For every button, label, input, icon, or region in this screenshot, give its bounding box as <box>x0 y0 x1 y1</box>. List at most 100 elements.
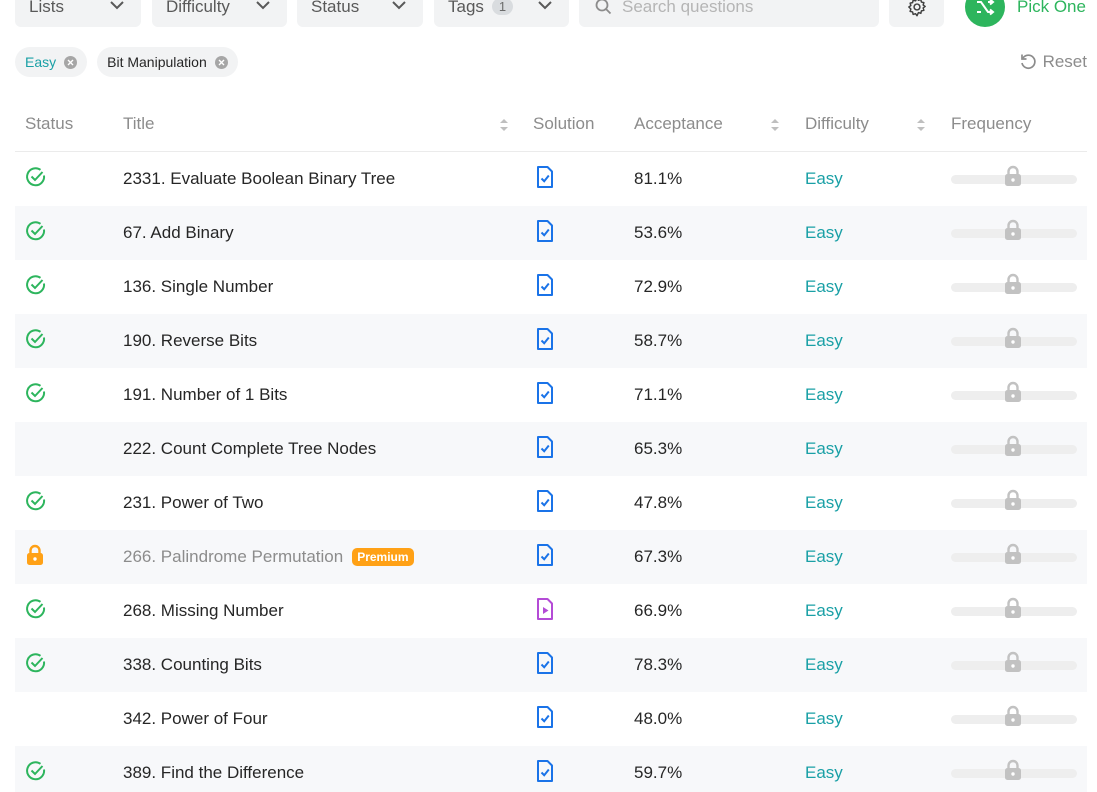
title-cell: 231. Power of Two <box>123 476 264 530</box>
video-solution-icon[interactable] <box>535 597 555 626</box>
lists-dropdown[interactable]: Lists <box>15 0 141 27</box>
problem-title-link[interactable]: 67. Add Binary <box>123 223 234 243</box>
title-cell: 136. Single Number <box>123 260 273 314</box>
problem-title-link[interactable]: 191. Number of 1 Bits <box>123 385 287 405</box>
difficulty-value: Easy <box>805 547 843 566</box>
frequency-cell <box>951 260 1077 314</box>
solution-cell <box>535 638 555 692</box>
solution-article-icon[interactable] <box>535 651 555 680</box>
header-frequency: Frequency <box>951 114 1032 133</box>
problem-title-link[interactable]: 268. Missing Number <box>123 601 284 621</box>
lock-icon <box>1003 651 1023 678</box>
lock-icon <box>1003 543 1023 570</box>
acceptance-value: 66.9% <box>634 601 683 620</box>
problem-title-link[interactable]: 190. Reverse Bits <box>123 331 257 351</box>
tags-dropdown[interactable]: Tags 1 <box>434 0 569 27</box>
acceptance-value: 81.1% <box>634 169 683 188</box>
table-row[interactable]: 342. Power of Four 48.0% Easy <box>15 692 1087 746</box>
header-difficulty[interactable]: Difficulty <box>805 114 869 134</box>
filter-chip-bit-manipulation[interactable]: Bit Manipulation <box>97 47 238 77</box>
table-row[interactable]: 231. Power of Two 47.8% Easy <box>15 476 1087 530</box>
sort-icon[interactable] <box>770 117 780 133</box>
solution-cell <box>535 152 555 206</box>
status-cell <box>25 206 47 260</box>
search-input[interactable] <box>622 0 862 17</box>
frequency-cell <box>951 476 1077 530</box>
problem-title-link[interactable]: 338. Counting Bits <box>123 655 262 675</box>
solution-article-icon[interactable] <box>535 435 555 464</box>
header-acceptance[interactable]: Acceptance <box>634 114 723 134</box>
filter-chip-label: Bit Manipulation <box>107 54 207 70</box>
title-cell: 389. Find the Difference <box>123 746 304 792</box>
table-row[interactable]: 338. Counting Bits 78.3% Easy <box>15 638 1087 692</box>
status-dropdown[interactable]: Status <box>297 0 423 27</box>
settings-button[interactable] <box>889 0 944 27</box>
solution-article-icon[interactable] <box>535 381 555 410</box>
solution-article-icon[interactable] <box>535 705 555 734</box>
solution-article-icon[interactable] <box>535 165 555 194</box>
table-row[interactable]: 222. Count Complete Tree Nodes 65.3% Easy <box>15 422 1087 476</box>
difficulty-value: Easy <box>805 277 843 296</box>
reset-button[interactable]: Reset <box>1019 52 1087 72</box>
lock-icon <box>1003 705 1023 732</box>
solution-article-icon[interactable] <box>535 219 555 248</box>
search-box[interactable] <box>579 0 879 27</box>
pick-one-button[interactable]: Pick One <box>965 0 1086 27</box>
title-cell: 266. Palindrome Permutation Premium <box>123 530 414 584</box>
title-cell: 2331. Evaluate Boolean Binary Tree <box>123 152 395 206</box>
problem-title-link[interactable]: 342. Power of Four <box>123 709 268 729</box>
remove-filter-icon[interactable] <box>214 55 228 69</box>
difficulty-value: Easy <box>805 385 843 404</box>
solution-article-icon[interactable] <box>535 489 555 518</box>
acceptance-value: 72.9% <box>634 277 683 296</box>
status-cell <box>25 584 47 638</box>
solved-check-icon <box>25 382 47 409</box>
frequency-cell <box>951 368 1077 422</box>
table-row[interactable]: 136. Single Number 72.9% Easy <box>15 260 1087 314</box>
table-row[interactable]: 190. Reverse Bits 58.7% Easy <box>15 314 1087 368</box>
problem-title-link[interactable]: 389. Find the Difference <box>123 763 304 783</box>
solution-article-icon[interactable] <box>535 327 555 356</box>
status-cell <box>25 746 47 792</box>
table-row[interactable]: 389. Find the Difference 59.7% Easy <box>15 746 1087 792</box>
solution-article-icon[interactable] <box>535 543 555 572</box>
table-row[interactable]: 67. Add Binary 53.6% Easy <box>15 206 1087 260</box>
table-row[interactable]: 2331. Evaluate Boolean Binary Tree 81.1% E… <box>15 152 1087 206</box>
solution-cell <box>535 584 555 638</box>
remove-filter-icon[interactable] <box>64 55 78 69</box>
active-filters: Easy Bit Manipulation <box>15 47 238 77</box>
solution-article-icon[interactable] <box>535 273 555 302</box>
problem-title-link[interactable]: 136. Single Number <box>123 277 273 297</box>
difficulty-value: Easy <box>805 655 843 674</box>
frequency-cell <box>951 746 1077 792</box>
solution-cell <box>535 476 555 530</box>
table-row[interactable]: 191. Number of 1 Bits 71.1% Easy <box>15 368 1087 422</box>
lock-icon <box>1003 435 1023 462</box>
solution-article-icon[interactable] <box>535 759 555 788</box>
filter-chip-easy[interactable]: Easy <box>15 47 88 77</box>
table-row[interactable]: 268. Missing Number 66.9% Easy <box>15 584 1087 638</box>
sort-icon[interactable] <box>499 117 509 133</box>
difficulty-value: Easy <box>805 493 843 512</box>
difficulty-dropdown[interactable]: Difficulty <box>152 0 287 27</box>
problem-title-link[interactable]: 2331. Evaluate Boolean Binary Tree <box>123 169 395 189</box>
reset-label: Reset <box>1042 52 1087 71</box>
frequency-cell <box>951 692 1077 746</box>
frequency-cell <box>951 206 1077 260</box>
table-header: Status Title Solution Acceptance Difficu… <box>15 98 1087 152</box>
problem-title-link[interactable]: 222. Count Complete Tree Nodes <box>123 439 376 459</box>
table-row[interactable]: 266. Palindrome Permutation Premium 67.3% E… <box>15 530 1087 584</box>
header-title[interactable]: Title <box>123 114 155 134</box>
status-cell <box>25 368 47 422</box>
acceptance-value: 59.7% <box>634 763 683 782</box>
shuffle-icon <box>965 0 1005 27</box>
solution-cell <box>535 422 555 476</box>
lists-label: Lists <box>29 0 64 16</box>
toolbar: Lists Difficulty Status Tags 1 Pick One <box>15 0 1095 27</box>
problem-title-link[interactable]: 231. Power of Two <box>123 493 264 513</box>
problem-title-link[interactable]: 266. Palindrome Permutation <box>123 547 343 567</box>
lock-icon <box>1003 165 1023 192</box>
solution-cell <box>535 692 555 746</box>
sort-icon[interactable] <box>916 117 926 133</box>
solved-check-icon <box>25 652 47 679</box>
